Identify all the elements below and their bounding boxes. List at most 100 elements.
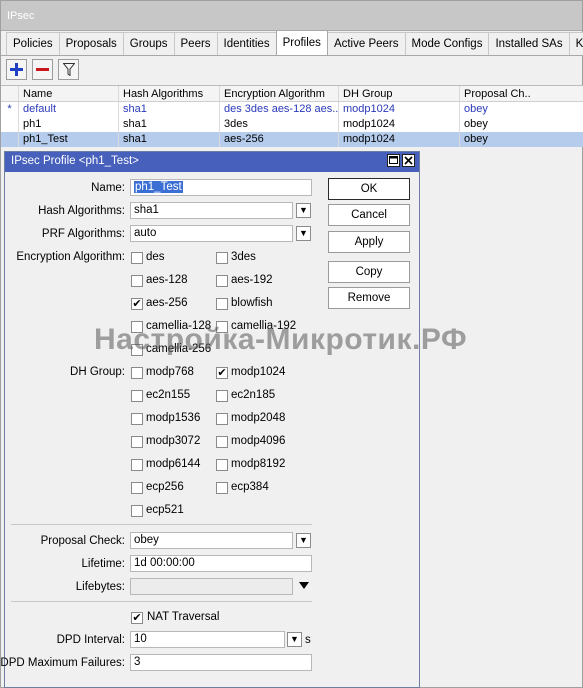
lifebytes-expand-icon[interactable] bbox=[299, 582, 309, 590]
dpd-max-failures-field[interactable]: 3 bbox=[130, 654, 312, 671]
profiles-table: Name Hash Algorithms Encryption Algorith… bbox=[1, 85, 583, 147]
dpd-interval-unit: s bbox=[305, 634, 311, 646]
prf-algorithms-label: PRF Algorithms: bbox=[41, 228, 125, 240]
tab-profiles[interactable]: Profiles bbox=[275, 30, 328, 55]
tab-identities[interactable]: Identities bbox=[216, 32, 277, 56]
dh-group-option-label: ec2n185 bbox=[231, 389, 276, 401]
tab-peers[interactable]: Peers bbox=[173, 32, 218, 56]
default-flag: * bbox=[1, 102, 19, 117]
table-header: Name Hash Algorithms Encryption Algorith… bbox=[1, 86, 583, 102]
toolbar bbox=[6, 59, 79, 80]
dh-group-checkbox[interactable] bbox=[216, 390, 228, 402]
dialog-titlebar[interactable]: IPsec Profile <ph1_Test> bbox=[5, 152, 419, 172]
window-title: IPsec bbox=[1, 1, 582, 31]
hash-dropdown-icon[interactable]: ▼ bbox=[296, 203, 311, 218]
apply-button[interactable]: Apply bbox=[328, 231, 410, 253]
nat-traversal-checkbox[interactable]: ✔ bbox=[131, 612, 143, 624]
ipsec-profile-dialog: IPsec Profile <ph1_Test> Name: ph1_Test … bbox=[0, 151, 420, 688]
dh-group-checkbox[interactable] bbox=[131, 459, 143, 471]
encryption-option-label: aes-256 bbox=[146, 297, 188, 309]
filter-button[interactable] bbox=[58, 59, 79, 80]
dh-group-option-label: ecp521 bbox=[146, 504, 184, 516]
close-icon[interactable] bbox=[402, 154, 415, 167]
maximize-icon[interactable] bbox=[387, 154, 400, 167]
encryption-checkbox[interactable] bbox=[131, 275, 143, 287]
lifebytes-label: Lifebytes: bbox=[75, 581, 125, 593]
encryption-option-label: des bbox=[146, 251, 165, 263]
lifetime-field[interactable]: 1d 00:00:00 bbox=[130, 555, 312, 572]
check-icon: ✔ bbox=[132, 298, 142, 310]
prf-dropdown-icon[interactable]: ▼ bbox=[296, 226, 311, 241]
hash-algorithms-label: Hash Algorithms: bbox=[38, 205, 125, 217]
remove-profile-button[interactable]: Remove bbox=[328, 287, 410, 309]
watermark-text: Настройка-Микротик.РФ bbox=[94, 323, 468, 356]
tab-policies[interactable]: Policies bbox=[6, 32, 60, 56]
name-field[interactable]: ph1_Test bbox=[130, 179, 312, 196]
dpd-interval-dropdown-icon[interactable]: ▼ bbox=[287, 632, 302, 647]
dpd-max-failures-label: DPD Maximum Failures: bbox=[0, 657, 125, 669]
col-dh-header[interactable]: DH Group bbox=[339, 86, 460, 101]
encryption-checkbox[interactable] bbox=[131, 252, 143, 264]
encryption-checkbox[interactable] bbox=[216, 298, 228, 310]
copy-button[interactable]: Copy bbox=[328, 261, 410, 283]
filter-icon bbox=[62, 63, 75, 76]
dh-group-option-label: modp768 bbox=[146, 366, 194, 378]
dh-group-checkbox[interactable] bbox=[131, 436, 143, 448]
col-hash-header[interactable]: Hash Algorithms bbox=[119, 86, 220, 101]
col-name-header[interactable]: Name bbox=[19, 86, 119, 101]
table-row[interactable]: * default sha1 des 3des aes-128 aes... m… bbox=[1, 102, 583, 117]
lifetime-label: Lifetime: bbox=[81, 558, 125, 570]
dh-group-checkbox[interactable] bbox=[131, 390, 143, 402]
dh-group-checkbox[interactable] bbox=[216, 436, 228, 448]
dh-group-option-label: modp1024 bbox=[231, 366, 286, 378]
check-icon: ✔ bbox=[132, 612, 142, 624]
add-button[interactable] bbox=[6, 59, 27, 80]
hash-algorithms-field[interactable]: sha1 bbox=[130, 202, 293, 219]
tab-keys[interactable]: Keys bbox=[568, 32, 583, 56]
dh-group-checkbox[interactable] bbox=[216, 413, 228, 425]
encryption-checkbox[interactable] bbox=[216, 275, 228, 287]
tab-installed-sas[interactable]: Installed SAs bbox=[488, 32, 570, 56]
tab-proposals[interactable]: Proposals bbox=[58, 32, 124, 56]
cancel-button[interactable]: Cancel bbox=[328, 204, 410, 226]
lifebytes-field[interactable] bbox=[130, 578, 293, 595]
check-icon: ✔ bbox=[217, 367, 227, 379]
tab-divider bbox=[1, 55, 583, 56]
dh-group-checkbox[interactable] bbox=[131, 505, 143, 517]
divider bbox=[11, 601, 312, 602]
dh-group-checkbox[interactable] bbox=[131, 413, 143, 425]
dpd-interval-label: DPD Interval: bbox=[56, 634, 125, 646]
proposal-dropdown-icon[interactable]: ▼ bbox=[296, 533, 311, 548]
dh-group-label: DH Group: bbox=[70, 366, 125, 378]
prf-algorithms-field[interactable]: auto bbox=[130, 225, 293, 242]
encryption-option-label: aes-192 bbox=[231, 274, 273, 286]
dh-group-option-label: ecp384 bbox=[231, 481, 269, 493]
encryption-checkbox[interactable] bbox=[216, 252, 228, 264]
tab-mode-configs[interactable]: Mode Configs bbox=[404, 32, 490, 56]
proposal-check-field[interactable]: obey bbox=[130, 532, 293, 549]
dh-group-checkbox[interactable] bbox=[216, 459, 228, 471]
col-proposal-header[interactable]: Proposal Ch... bbox=[460, 86, 530, 101]
tab-active-peers[interactable]: Active Peers bbox=[326, 32, 406, 56]
ok-button[interactable]: OK bbox=[328, 178, 410, 200]
dh-group-option-label: modp4096 bbox=[231, 435, 286, 447]
table-row[interactable]: ph1 sha1 3des modp1024 obey bbox=[1, 117, 583, 132]
dh-group-checkbox[interactable] bbox=[131, 482, 143, 494]
dh-group-option-label: ec2n155 bbox=[146, 389, 191, 401]
dh-group-checkbox[interactable] bbox=[216, 482, 228, 494]
dh-group-option-label: modp1536 bbox=[146, 412, 201, 424]
dialog-title: IPsec Profile <ph1_Test> bbox=[11, 155, 139, 167]
dh-group-checkbox[interactable]: ✔ bbox=[216, 367, 228, 379]
col-encryption-header[interactable]: Encryption Algorithm bbox=[220, 86, 339, 101]
dpd-interval-field[interactable]: 10 bbox=[130, 631, 285, 648]
remove-button[interactable] bbox=[32, 59, 53, 80]
dh-group-option-label: modp2048 bbox=[231, 412, 286, 424]
table-row-selected[interactable]: ph1_Test sha1 aes-256 modp1024 obey bbox=[1, 132, 583, 147]
encryption-algorithm-label: Encryption Algorithm: bbox=[16, 251, 125, 263]
encryption-checkbox[interactable]: ✔ bbox=[131, 298, 143, 310]
tab-bar: Policies Proposals Groups Peers Identiti… bbox=[6, 30, 583, 56]
minus-icon bbox=[36, 68, 49, 71]
tab-groups[interactable]: Groups bbox=[122, 32, 175, 56]
dh-group-checkbox[interactable] bbox=[131, 367, 143, 379]
name-value: ph1_Test bbox=[134, 181, 183, 193]
